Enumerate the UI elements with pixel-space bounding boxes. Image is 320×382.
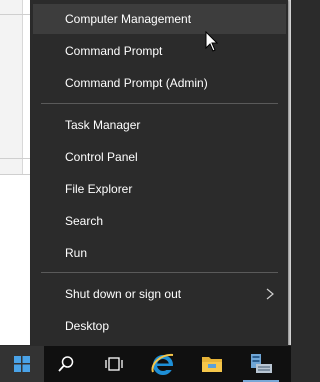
server-manager-icon — [251, 354, 272, 373]
menu-item-label: Computer Management — [65, 12, 192, 26]
mouse-pointer-icon — [205, 31, 219, 52]
menu-item-command-prompt[interactable]: Command Prompt — [33, 36, 286, 66]
menu-separator — [41, 272, 278, 273]
task-view-icon — [105, 357, 123, 371]
background-window — [0, 0, 30, 345]
menu-item-label: Search — [65, 214, 104, 228]
background-divider — [0, 174, 30, 175]
internet-explorer-icon — [151, 353, 174, 375]
menu-item-search[interactable]: Search — [33, 206, 286, 236]
menu-separator — [41, 103, 278, 104]
menu-item-control-panel[interactable]: Control Panel — [33, 142, 286, 172]
menu-item-label: Task Manager — [65, 118, 141, 132]
taskbar — [0, 346, 291, 382]
chevron-right-icon — [266, 288, 274, 300]
menu-item-computer-management[interactable]: Computer Management — [33, 4, 286, 34]
internet-explorer-button[interactable] — [141, 346, 185, 382]
menu-item-run[interactable]: Run — [33, 238, 286, 268]
menu-item-label: Command Prompt (Admin) — [65, 76, 208, 90]
windows-start-icon — [14, 356, 30, 372]
background-window-edge — [288, 0, 291, 345]
file-explorer-button[interactable] — [190, 346, 234, 382]
search-icon — [58, 356, 74, 372]
menu-item-label: Desktop — [65, 319, 110, 333]
menu-item-desktop[interactable]: Desktop — [33, 311, 286, 341]
search-button[interactable] — [44, 346, 88, 382]
menu-item-file-explorer[interactable]: File Explorer — [33, 174, 286, 204]
menu-item-label: Command Prompt — [65, 44, 163, 58]
start-button[interactable] — [0, 346, 44, 382]
menu-item-task-manager[interactable]: Task Manager — [33, 110, 286, 140]
menu-item-command-prompt-admin[interactable]: Command Prompt (Admin) — [33, 68, 286, 98]
server-manager-button[interactable] — [239, 346, 283, 382]
menu-item-label: Shut down or sign out — [65, 287, 182, 301]
menu-item-label: File Explorer — [65, 182, 133, 196]
background-window-pane — [0, 0, 23, 175]
background-divider — [0, 14, 30, 15]
menu-item-label: Control Panel — [65, 150, 138, 164]
file-explorer-icon — [202, 357, 222, 372]
menu-item-label: Run — [65, 246, 88, 260]
task-view-button[interactable] — [92, 346, 136, 382]
winx-context-menu: Computer Management Command Prompt Comma… — [31, 0, 288, 346]
menu-item-shut-down-or-sign-out[interactable]: Shut down or sign out — [33, 279, 286, 309]
background-divider — [0, 158, 30, 159]
